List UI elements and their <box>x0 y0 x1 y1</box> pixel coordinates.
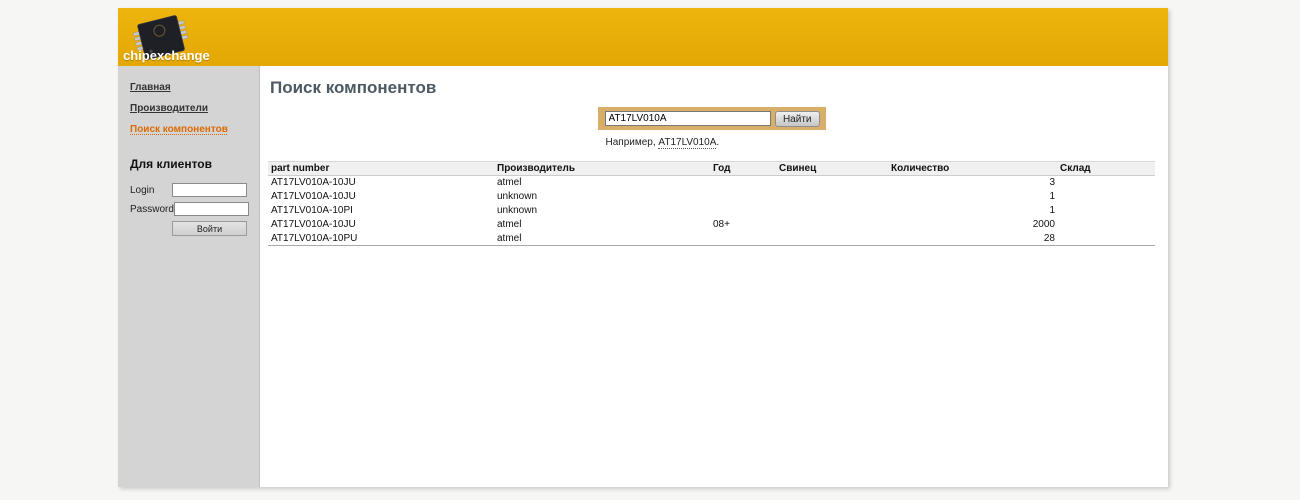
password-label: Password <box>130 204 174 215</box>
column-header-lead: Свинец <box>776 162 888 176</box>
search-example-prefix: Например, <box>606 137 659 148</box>
password-input[interactable] <box>174 202 249 216</box>
cell-year <box>710 176 776 190</box>
content-area: Главная Производители Поиск компонентов … <box>118 66 1168 487</box>
login-form: Login Password Войти <box>130 183 247 236</box>
clients-heading: Для клиентов <box>130 157 247 171</box>
cell-quantity: 28 <box>888 232 1057 246</box>
login-label: Login <box>130 185 172 196</box>
cell-manufacturer: unknown <box>494 190 710 204</box>
cell-stock <box>1057 190 1155 204</box>
table-row: AT17LV010A-10JU atmel 3 <box>268 176 1155 190</box>
cell-lead <box>776 204 888 218</box>
cell-stock <box>1057 176 1155 190</box>
login-button[interactable]: Войти <box>172 221 247 236</box>
cell-year <box>710 204 776 218</box>
cell-year <box>710 232 776 246</box>
cell-quantity: 1 <box>888 204 1057 218</box>
sidebar-item-home[interactable]: Главная <box>130 82 247 93</box>
cell-lead <box>776 190 888 204</box>
cell-part-number: AT17LV010A-10JU <box>268 176 494 190</box>
column-header-quantity: Количество <box>888 162 1057 176</box>
search-example-link[interactable]: AT17LV010A <box>658 137 716 149</box>
column-header-year: Год <box>710 162 776 176</box>
main-panel: Поиск компонентов Найти Например, AT17LV… <box>260 66 1168 487</box>
cell-quantity: 3 <box>888 176 1057 190</box>
cell-part-number: AT17LV010A-10JU <box>268 218 494 232</box>
search-input[interactable] <box>605 111 771 126</box>
table-row: AT17LV010A-10PU atmel 28 <box>268 232 1155 246</box>
column-header-manufacturer: Производитель <box>494 162 710 176</box>
table-row: AT17LV010A-10PI unknown 1 <box>268 204 1155 218</box>
cell-year: 08+ <box>710 218 776 232</box>
cell-quantity: 1 <box>888 190 1057 204</box>
cell-part-number: AT17LV010A-10JU <box>268 190 494 204</box>
table-row: AT17LV010A-10JU atmel 08+ 2000 <box>268 218 1155 232</box>
cell-lead <box>776 218 888 232</box>
search-example-suffix: . <box>716 137 719 148</box>
cell-lead <box>776 176 888 190</box>
cell-stock <box>1057 204 1155 218</box>
sidebar-item-manufacturers[interactable]: Производители <box>130 103 247 114</box>
search-example: Например, AT17LV010A. <box>598 137 826 148</box>
sidebar: Главная Производители Поиск компонентов … <box>118 66 260 487</box>
column-header-part-number: part number <box>268 162 494 176</box>
site-header: chipexchange <box>118 8 1168 66</box>
cell-year <box>710 190 776 204</box>
brand-name: chipexchange <box>123 48 210 63</box>
page-container: chipexchange Главная Производители Поиск… <box>118 8 1168 487</box>
column-header-stock: Склад <box>1057 162 1155 176</box>
cell-manufacturer: atmel <box>494 176 710 190</box>
cell-manufacturer: unknown <box>494 204 710 218</box>
cell-manufacturer: atmel <box>494 218 710 232</box>
cell-stock <box>1057 218 1155 232</box>
search-box: Найти <box>598 107 826 130</box>
search-area: Найти Например, AT17LV010A. <box>598 107 826 148</box>
results-table: part number Производитель Год Свинец Кол… <box>268 161 1155 246</box>
cell-stock <box>1057 232 1155 246</box>
sidebar-item-component-search[interactable]: Поиск компонентов <box>130 124 247 135</box>
cell-lead <box>776 232 888 246</box>
login-input[interactable] <box>172 183 247 197</box>
page-title: Поиск компонентов <box>270 78 1155 98</box>
cell-manufacturer: atmel <box>494 232 710 246</box>
cell-part-number: AT17LV010A-10PU <box>268 232 494 246</box>
cell-part-number: AT17LV010A-10PI <box>268 204 494 218</box>
search-button[interactable]: Найти <box>775 111 820 127</box>
table-header-row: part number Производитель Год Свинец Кол… <box>268 162 1155 176</box>
cell-quantity: 2000 <box>888 218 1057 232</box>
table-row: AT17LV010A-10JU unknown 1 <box>268 190 1155 204</box>
